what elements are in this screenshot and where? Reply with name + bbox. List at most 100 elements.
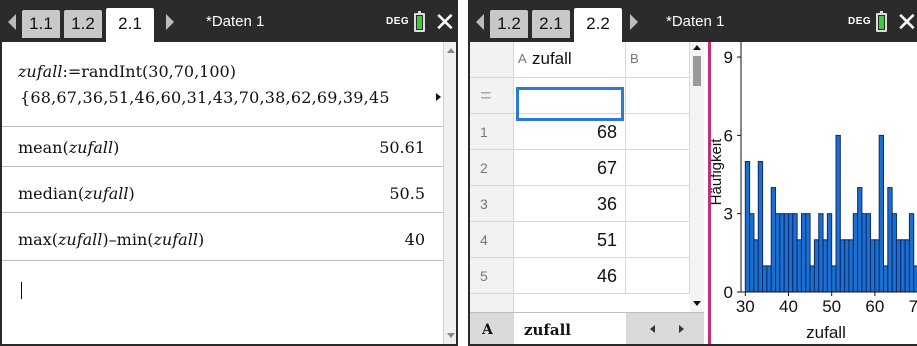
histogram-bar [770,187,777,293]
formula-cell-b[interactable] [626,78,690,114]
histogram-bar [783,213,789,293]
scroll-down-icon[interactable] [693,301,701,306]
cell-b2[interactable] [626,150,690,186]
scroll-up-icon[interactable] [693,45,701,50]
calc-entry[interactable]: mean(zufall) 50.61 [2,138,443,164]
corner-cell [470,42,514,78]
entry-result: 50.61 [379,138,425,157]
row-number: 2 [470,150,514,186]
histogram-bar [835,134,841,293]
tab-scroll-left-icon[interactable] [476,14,484,30]
column-header-a[interactable]: A zufall [514,42,626,78]
cell-b1[interactable] [626,114,690,150]
histogram-bar [895,239,902,293]
x-axis-label: zufall [806,323,846,342]
histogram-bar [762,265,768,293]
nav-right-icon[interactable] [679,325,684,333]
cell-a3[interactable]: 36 [514,186,626,222]
histogram-bar [800,213,807,293]
expr-text: ) [128,184,135,203]
cell-b5[interactable] [626,258,690,294]
cell-b4[interactable] [626,222,690,258]
x-tick-label: 60 [865,297,884,316]
calc-entry[interactable]: max(zufall)–min(zufall) 40 [2,230,443,256]
scroll-thumb[interactable] [693,56,701,86]
histogram-bar [870,239,876,293]
close-icon[interactable]: ✕ [434,2,456,42]
tab-2-1[interactable]: 2.1 [106,8,154,42]
row-number: 1 [470,114,514,150]
cell-a4[interactable]: 51 [514,222,626,258]
close-icon[interactable]: ✕ [896,2,917,42]
cell-entry-field[interactable]: zufall [514,313,626,344]
tab-2-1[interactable]: 2.1 [532,10,570,38]
scrollbar[interactable] [443,42,456,344]
entry-result-list: {68,67,36,51,46,60,31,43,70,38,62,69,39,… [20,88,390,107]
histogram-bar [796,239,802,293]
histogram-bar [826,213,833,293]
x-tick-label: 50 [822,297,841,316]
expr-text: max( [18,230,58,249]
entry-result: 50.5 [389,184,425,203]
document-title: *Daten 1 [666,13,725,30]
histogram-bar [757,160,764,293]
calculator-history[interactable]: zufall:=randInt(30,70,100) {68,67,36,51,… [2,42,456,344]
entry-result: 40 [404,230,425,249]
calculator-panel: 1.1 1.2 2.1 *Daten 1 DEG ✕ zufall:=randI… [0,0,458,346]
histogram-bar [861,213,867,293]
tab-1-1[interactable]: 1.1 [22,10,60,38]
var-zufall: zufall [153,230,198,249]
histogram-bar [878,134,885,293]
entry-expression: zufall:=randInt(30,70,100) [18,62,236,81]
column-header-b[interactable]: B [626,42,690,78]
scroll-up-icon[interactable] [447,48,455,53]
input-cursor[interactable] [21,282,22,299]
histogram-chart: 03693040506070zufallHäufigkeit [708,42,917,342]
tab-scroll-right-icon[interactable] [166,14,174,30]
cell-b3[interactable] [626,186,690,222]
histogram-bar [813,239,820,293]
histogram-bar [887,187,893,293]
var-zufall: zufall [68,138,114,157]
row-number: 5 [470,258,514,294]
cell-entry-line: A zufall [470,312,704,344]
tab-1-2[interactable]: 1.2 [64,10,102,38]
tab-scroll-left-icon[interactable] [8,14,16,30]
battery-icon [414,11,425,32]
divider [2,126,443,127]
battery-icon [876,11,887,32]
x-tick-label: 40 [779,297,798,316]
spreadsheet-scrollbar[interactable] [690,42,704,312]
cell-value: 51 [596,230,617,250]
scroll-down-icon[interactable] [447,333,455,338]
var-zufall: zufall [84,184,129,203]
tab-scroll-right-icon[interactable] [630,14,638,30]
histogram-bar [805,213,811,293]
histogram-view[interactable]: 03693040506070zufallHäufigkeit [708,42,917,344]
tab-2-2[interactable]: 2.2 [574,8,622,42]
nav-left-icon[interactable] [650,325,655,333]
more-results-icon[interactable] [436,93,441,101]
histogram-bar [874,239,880,293]
calc-entry[interactable]: median(zufall) 50.5 [2,184,443,210]
lists-graph-panel: 1.2 2.1 2.2 *Daten 1 DEG ✕ A zufall B = … [468,0,917,346]
expr-text: median( [18,184,85,203]
cell-a2[interactable]: 67 [514,150,626,186]
cell-a1[interactable]: 68 [514,114,626,150]
histogram-bar [844,239,850,293]
histogram-bar [788,213,794,293]
calc-entry[interactable]: zufall:=randInt(30,70,100) {68,67,36,51,… [2,58,443,118]
histogram-bar [908,213,915,293]
expr-text: ) [197,230,205,249]
y-tick-label: 9 [724,48,733,67]
histogram-bar [775,213,781,293]
column-name: zufall [532,49,572,68]
row-number: 3 [470,186,514,222]
spreadsheet[interactable]: A zufall B = 1 68 2 67 3 36 4 51 5 46 A … [470,42,706,344]
cell-a5[interactable]: 46 [514,258,626,294]
tab-bar: 1.2 2.1 2.2 *Daten 1 DEG ✕ [470,2,917,42]
var-zufall: zufall [57,230,103,249]
histogram-bar [904,239,910,293]
tab-1-2[interactable]: 1.2 [490,10,528,38]
row-number: 4 [470,222,514,258]
